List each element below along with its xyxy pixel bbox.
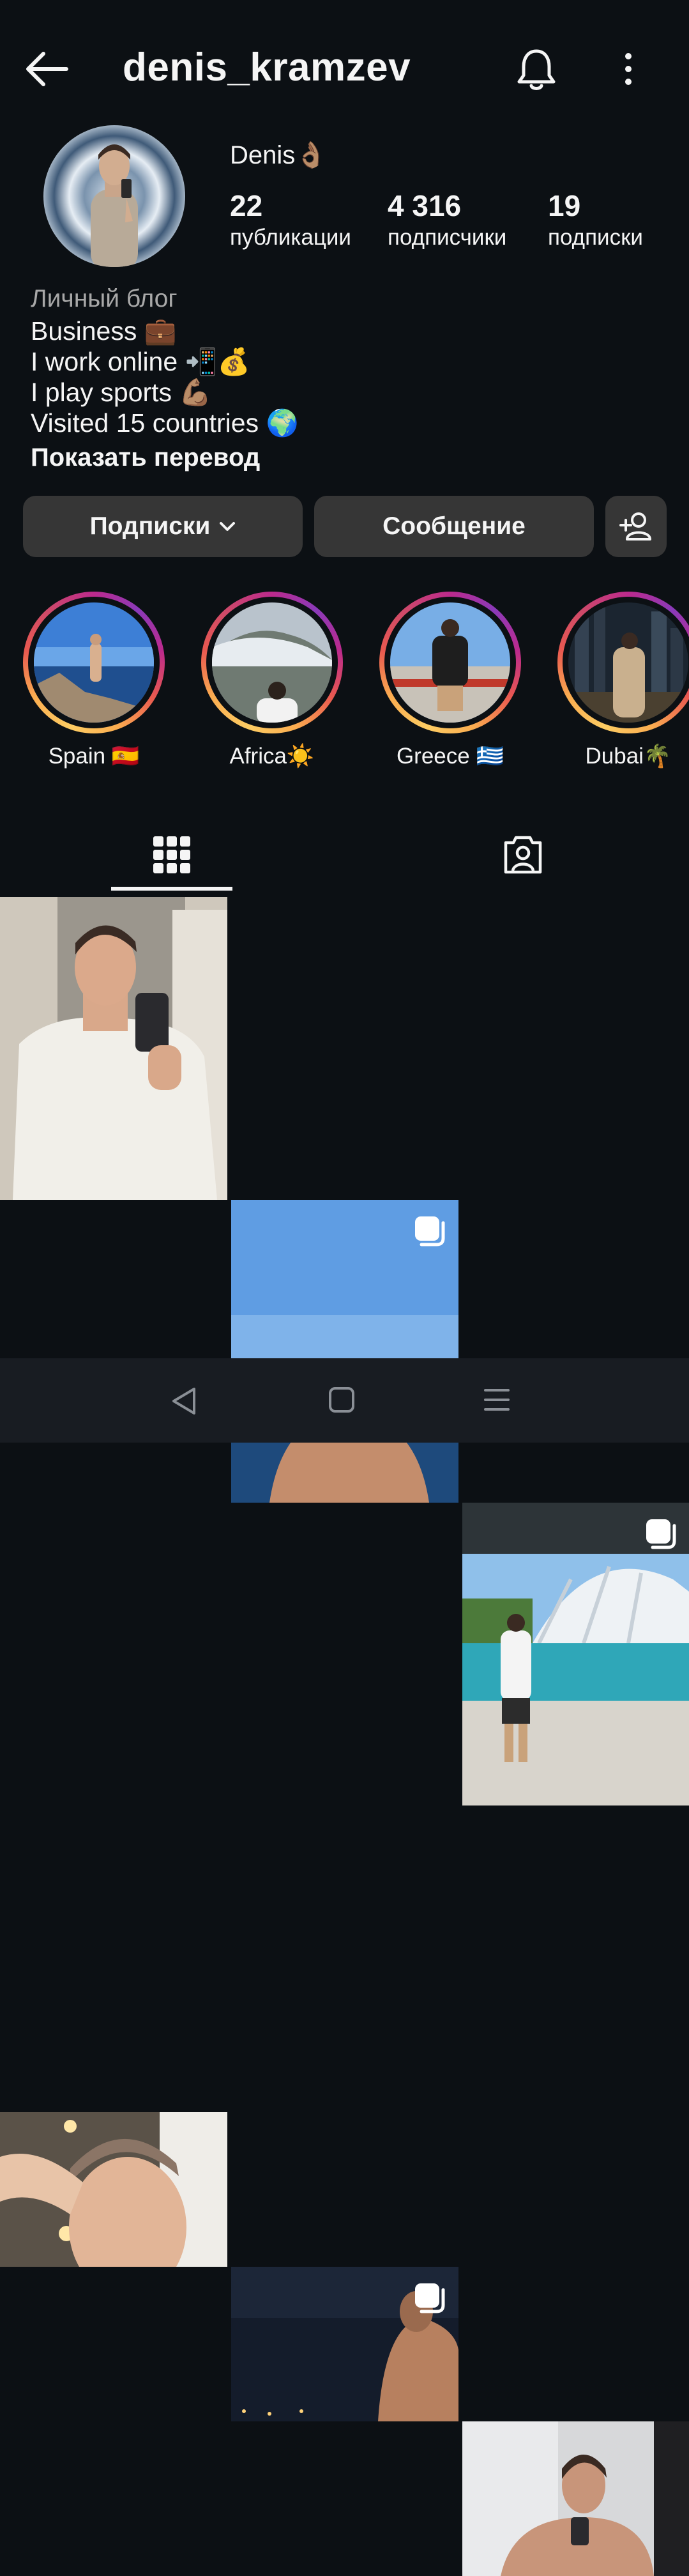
followers-stat[interactable]: 4 316 подписчики [388, 188, 506, 252]
following-label: подписки [548, 225, 643, 250]
post-thumbnail[interactable] [462, 1503, 689, 1805]
following-button-label: Подписки [89, 512, 211, 540]
multiple-posts-icon [415, 2283, 445, 2313]
followers-label: подписчики [388, 225, 507, 250]
highlight-label: Greece 🇬🇷 [396, 744, 504, 769]
posts-count: 22 [230, 189, 263, 222]
following-count: 19 [548, 189, 581, 222]
tagged-person-icon [504, 836, 542, 874]
bio-line: Visited 15 countries 🌍 [31, 408, 299, 438]
nav-home-icon[interactable] [328, 1386, 355, 1413]
post-thumbnail[interactable] [0, 897, 227, 1200]
profile-avatar[interactable] [43, 125, 185, 267]
highlight-cover [568, 602, 688, 723]
followers-count: 4 316 [388, 189, 462, 222]
message-button[interactable]: Сообщение [314, 496, 594, 557]
profile-username: denis_kramzev [123, 45, 411, 89]
posts-label: публикации [230, 225, 351, 250]
suggest-people-button[interactable] [605, 496, 667, 557]
message-button-label: Сообщение [382, 512, 526, 540]
grid-icon [153, 836, 190, 873]
following-button[interactable]: Подписки [23, 496, 303, 557]
multiple-posts-icon [646, 1519, 676, 1549]
highlight-item[interactable]: Dubai🌴 [556, 592, 689, 770]
bio-line: I play sports 💪🏽 [31, 378, 212, 407]
display-name: Denis👌🏽 [230, 141, 328, 169]
back-arrow-icon[interactable] [23, 50, 69, 88]
posts-stat[interactable]: 22 публикации [230, 188, 351, 252]
add-person-icon [619, 512, 651, 540]
highlight-cover [34, 602, 154, 723]
post-thumbnail[interactable] [231, 1200, 458, 1503]
highlight-cover [390, 602, 510, 723]
bio-line: I work online 📲💰 [31, 347, 250, 376]
profile-category: Личный блог [31, 285, 178, 312]
nav-back-icon[interactable] [170, 1386, 198, 1416]
tab-posts-grid[interactable] [111, 818, 232, 892]
bio-line: Business 💼 [31, 316, 177, 346]
multiple-posts-icon [415, 1216, 445, 1246]
highlight-label: Spain 🇪🇸 [48, 744, 140, 769]
highlight-item[interactable]: Spain 🇪🇸 [22, 592, 166, 770]
highlight-label: Africa☀️ [229, 744, 315, 769]
highlight-label: Dubai🌴 [585, 744, 672, 769]
highlight-item[interactable]: Greece 🇬🇷 [378, 592, 522, 770]
active-tab-indicator [111, 887, 232, 891]
nav-recents-icon[interactable] [484, 1388, 510, 1412]
chevron-down-icon [220, 522, 236, 531]
tab-tagged[interactable] [462, 818, 584, 892]
highlight-cover [212, 602, 332, 723]
following-stat[interactable]: 19 подписки [548, 188, 643, 252]
highlight-item[interactable]: Africa☀️ [200, 592, 344, 770]
post-thumbnail[interactable] [231, 2267, 458, 2421]
bell-icon[interactable] [516, 47, 557, 92]
show-translation-link[interactable]: Показать перевод [31, 442, 260, 473]
more-vertical-icon[interactable] [617, 50, 640, 88]
post-thumbnail[interactable] [462, 2421, 689, 2576]
post-thumbnail[interactable] [0, 2112, 227, 2267]
avatar-person-image [91, 144, 138, 267]
